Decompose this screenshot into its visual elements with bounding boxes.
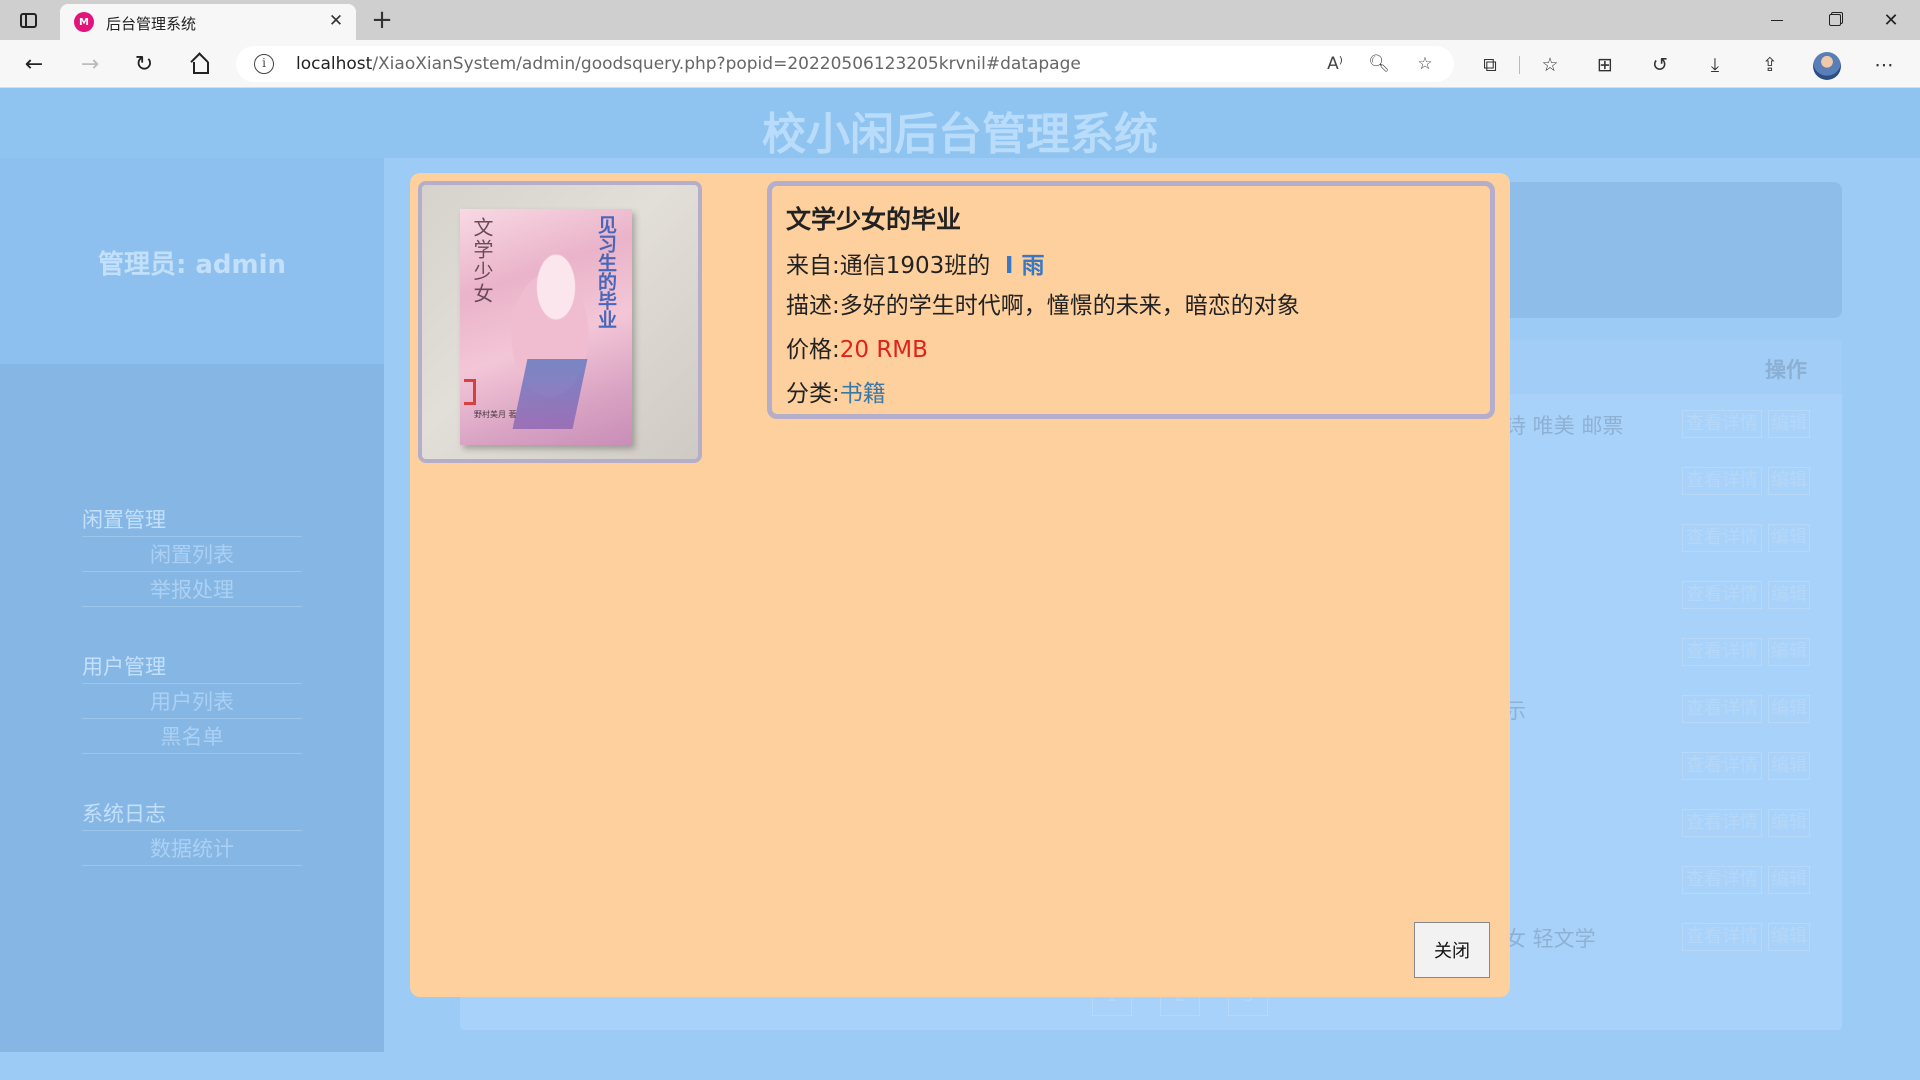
goods-info-panel: 文学少女的毕业 来自:通信1903班的 I 雨 描述:多好的学生时代啊，憧憬的未… xyxy=(767,181,1495,419)
desc-text: 多好的学生时代啊，憧憬的未来，暗恋的对象 xyxy=(839,293,1300,319)
page-footer-strip xyxy=(0,1052,1920,1080)
zoom-icon[interactable]: 🔍︎ xyxy=(1368,54,1390,74)
menu-heading-goods[interactable]: 闲置管理 xyxy=(82,504,302,537)
menu-item-goods-list[interactable]: 闲置列表 xyxy=(82,537,302,572)
goods-title: 文学少女的毕业 xyxy=(786,205,962,234)
share-icon[interactable]: ⇪ xyxy=(1758,54,1782,76)
goods-category-line: 分类:书籍 xyxy=(786,374,886,408)
home-icon[interactable] xyxy=(186,50,214,78)
from-class: 通信1903班的 xyxy=(839,253,991,279)
edit-button[interactable]: 编辑 xyxy=(1768,638,1810,666)
browser-tab-bar: M 后台管理系统 ✕ + ✕ xyxy=(0,0,1920,40)
view-detail-button[interactable]: 查看详情 xyxy=(1682,866,1762,894)
menu-item-report[interactable]: 举报处理 xyxy=(82,572,302,607)
view-detail-button[interactable]: 查看详情 xyxy=(1682,581,1762,609)
new-tab-plus-icon[interactable]: + xyxy=(368,5,396,35)
url-host: localhost xyxy=(296,54,373,74)
edit-button[interactable]: 编辑 xyxy=(1768,923,1810,951)
goods-image: 文学少女 见习生的毕业 野村美月 著 xyxy=(418,181,702,463)
book-cover-image: 文学少女 见习生的毕业 野村美月 著 xyxy=(460,209,632,445)
address-bar[interactable]: i localhost/XiaoXianSystem/admin/goodsqu… xyxy=(236,46,1454,82)
book-cover-subtitle: 见习生的毕业 xyxy=(595,215,617,329)
price-label: 价格: xyxy=(786,337,840,363)
tab-actions-icon[interactable] xyxy=(16,8,40,32)
view-detail-button[interactable]: 查看详情 xyxy=(1682,695,1762,723)
profile-avatar[interactable] xyxy=(1813,52,1841,80)
desc-label: 描述: xyxy=(786,293,840,319)
row-tags-text: 女 轻文学 xyxy=(1505,927,1596,951)
menu-group-goods: 闲置管理 闲置列表 举报处理 xyxy=(82,504,302,607)
edit-button[interactable]: 编辑 xyxy=(1768,581,1810,609)
goods-from-line: 来自:通信1903班的 I 雨 xyxy=(786,246,1045,280)
forward-arrow-icon[interactable]: → xyxy=(76,50,104,78)
view-detail-button[interactable]: 查看详情 xyxy=(1682,410,1762,438)
read-aloud-icon[interactable]: A⁾ xyxy=(1324,54,1346,74)
url-path: /XiaoXianSystem/admin/goodsquery.php?pop… xyxy=(372,54,1081,74)
from-label: 来自: xyxy=(786,253,840,279)
downloads-icon[interactable]: ⤓ xyxy=(1703,54,1727,76)
view-detail-button[interactable]: 查看详情 xyxy=(1682,524,1762,552)
history-icon[interactable]: ↺ xyxy=(1648,54,1672,76)
view-detail-button[interactable]: 查看详情 xyxy=(1682,809,1762,837)
menu-group-logs: 系统日志 数据统计 xyxy=(82,798,302,866)
tab-title: 后台管理系统 xyxy=(106,15,197,33)
row-tags-text: 诗 唯美 邮票 xyxy=(1505,414,1624,438)
menu-heading-users[interactable]: 用户管理 xyxy=(82,651,302,684)
category-label: 分类: xyxy=(786,381,840,407)
edit-button[interactable]: 编辑 xyxy=(1768,410,1810,438)
close-button[interactable]: 关闭 xyxy=(1414,922,1490,978)
menu-item-user-list[interactable]: 用户列表 xyxy=(82,684,302,719)
edit-button[interactable]: 编辑 xyxy=(1768,809,1810,837)
edit-button[interactable]: 编辑 xyxy=(1768,752,1810,780)
goods-detail-modal: 文学少女 见习生的毕业 野村美月 著 文学少女的毕业 来自:通信1903班的 I… xyxy=(410,173,1510,997)
view-detail-button[interactable]: 查看详情 xyxy=(1682,752,1762,780)
site-info-icon[interactable]: i xyxy=(254,54,274,74)
goods-price-line: 价格:20 RMB xyxy=(786,330,928,364)
extensions-icon[interactable]: ⧉ xyxy=(1478,54,1502,76)
goods-desc-line: 描述:多好的学生时代啊，憧憬的未来，暗恋的对象 xyxy=(786,286,1300,320)
reload-icon[interactable]: ↻ xyxy=(130,50,158,78)
url-text[interactable]: localhost/XiaoXianSystem/admin/goodsquer… xyxy=(296,54,1081,74)
view-detail-button[interactable]: 查看详情 xyxy=(1682,467,1762,495)
page-title: 校小闲后台管理系统 xyxy=(762,109,1158,160)
admin-label: 管理员: admin xyxy=(97,250,287,280)
book-cover-title: 文学少女 xyxy=(470,217,494,305)
window-maximize-button[interactable] xyxy=(1806,0,1864,40)
collections-icon[interactable]: ⊞ xyxy=(1593,54,1617,76)
site-favicon-icon: M xyxy=(74,12,94,32)
more-menu-icon[interactable]: ⋯ xyxy=(1872,54,1896,76)
back-arrow-icon[interactable]: ← xyxy=(20,50,48,78)
edit-button[interactable]: 编辑 xyxy=(1768,695,1810,723)
book-cover-author: 野村美月 著 xyxy=(474,410,517,419)
toolbar-divider xyxy=(1519,56,1520,74)
menu-heading-logs[interactable]: 系统日志 xyxy=(82,798,302,831)
menu-item-statistics[interactable]: 数据统计 xyxy=(82,831,302,866)
page-header: 校小闲后台管理系统 xyxy=(0,88,1920,160)
menu-item-blacklist[interactable]: 黑名单 xyxy=(82,719,302,754)
add-favorite-icon[interactable]: ☆ xyxy=(1414,54,1436,74)
column-header-operations: 操作 xyxy=(1765,358,1807,382)
sidebar-admin-panel: 管理员: admin xyxy=(0,158,384,364)
window-close-button[interactable]: ✕ xyxy=(1862,0,1920,40)
edit-button[interactable]: 编辑 xyxy=(1768,866,1810,894)
edit-button[interactable]: 编辑 xyxy=(1768,524,1810,552)
browser-toolbar: ← → ↻ i localhost/XiaoXianSystem/admin/g… xyxy=(0,40,1920,88)
category-value: 书籍 xyxy=(839,381,886,407)
tab-close-icon[interactable]: ✕ xyxy=(326,11,346,31)
menu-group-users: 用户管理 用户列表 黑名单 xyxy=(82,651,302,754)
price-value: 20 RMB xyxy=(839,337,928,363)
view-detail-button[interactable]: 查看详情 xyxy=(1682,923,1762,951)
browser-tab-active[interactable]: M 后台管理系统 ✕ xyxy=(60,4,356,40)
window-minimize-button[interactable] xyxy=(1748,0,1806,40)
edit-button[interactable]: 编辑 xyxy=(1768,467,1810,495)
sidebar: 管理员: admin 闲置管理 闲置列表 举报处理 用户管理 用户列表 黑名单 … xyxy=(0,158,384,1052)
from-user-link[interactable]: I 雨 xyxy=(1005,253,1045,279)
view-detail-button[interactable]: 查看详情 xyxy=(1682,638,1762,666)
favorites-icon[interactable]: ☆ xyxy=(1538,54,1562,76)
